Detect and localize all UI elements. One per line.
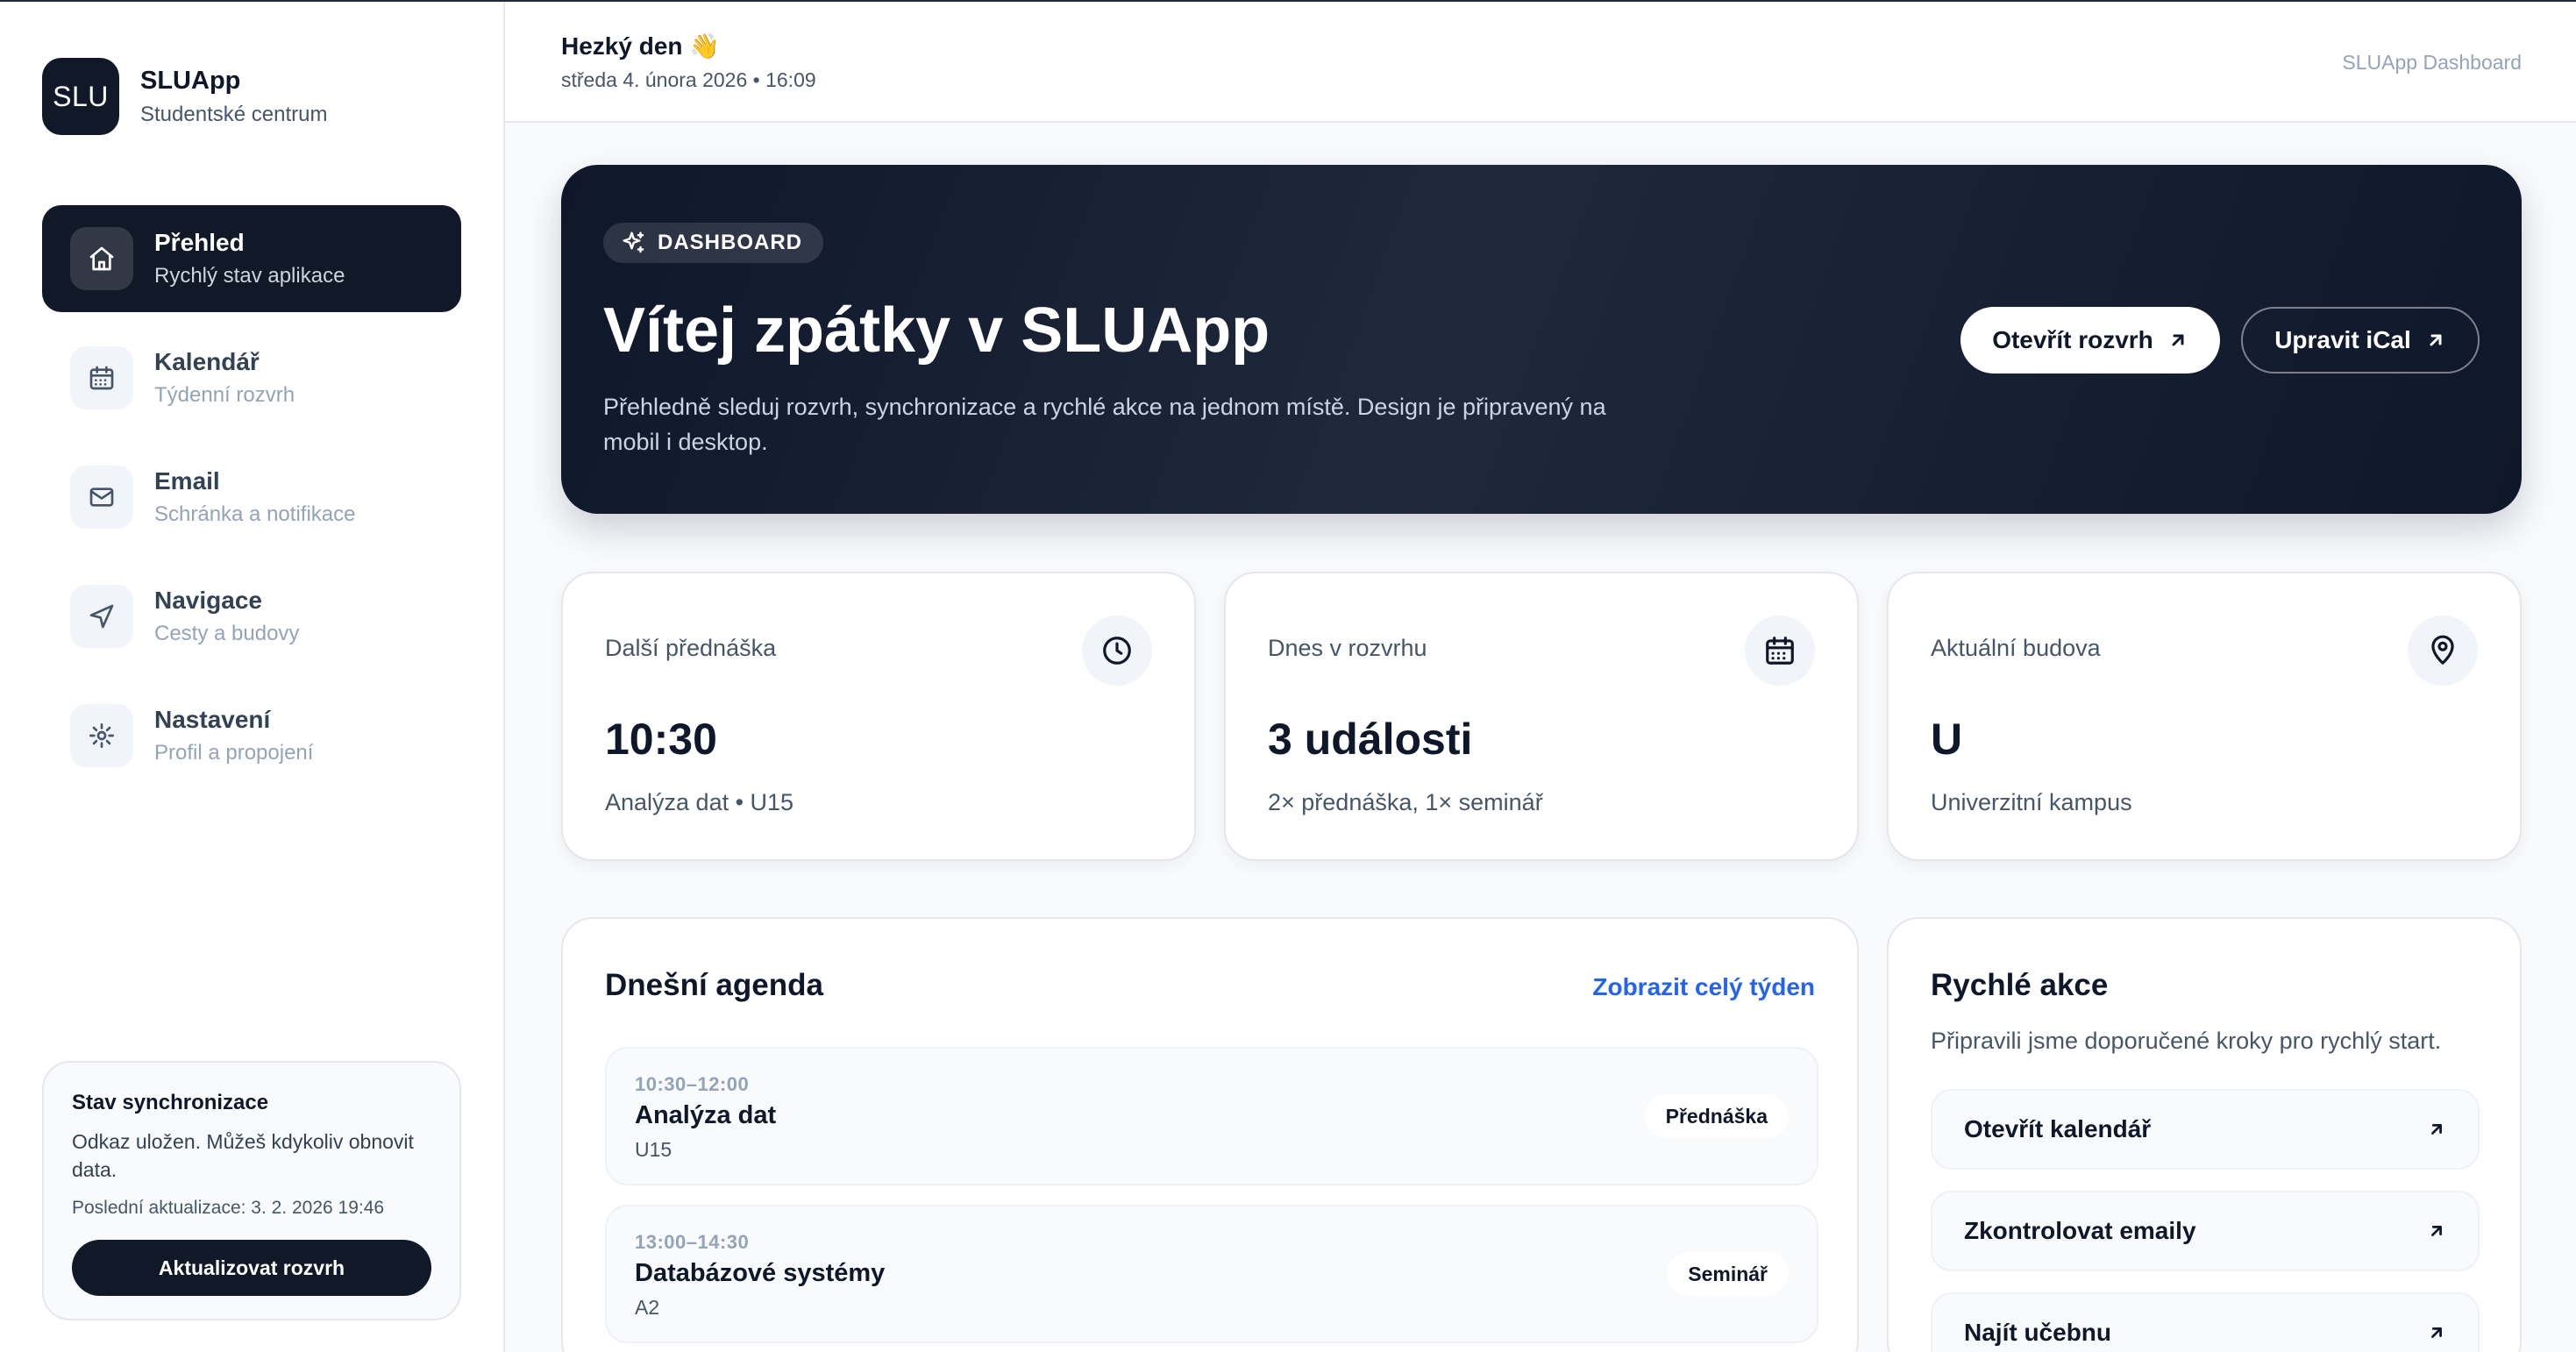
nav-text: Kalendář Týdenní rozvrh — [154, 348, 295, 408]
calendar-icon — [70, 346, 133, 409]
mail-icon — [70, 466, 133, 529]
nav-text: Navigace Cesty a budovy — [154, 587, 299, 646]
brand[interactable]: SLU SLUApp Studentské centrum — [42, 58, 327, 135]
sidebar-item-sub: Schránka a notifikace — [154, 502, 356, 526]
stat-sub: 2× přednáška, 1× seminář — [1268, 789, 1543, 815]
sparkles-icon — [623, 231, 644, 253]
sidebar-item-label: Nastavení — [154, 706, 271, 733]
sidebar-item-label: Email — [154, 467, 220, 495]
brand-name: SLUApp — [140, 66, 241, 95]
sidebar-item-navigace[interactable]: Navigace Cesty a budovy — [42, 563, 461, 670]
update-schedule-button[interactable]: Aktualizovat rozvrh — [72, 1240, 431, 1296]
sidebar-item-kalendar[interactable]: Kalendář Týdenní rozvrh — [42, 324, 461, 431]
arrow-up-right-icon — [2172, 334, 2184, 346]
action-label: Otevřít kalendář — [1964, 1115, 2152, 1142]
quick-actions-title: Rychlé akce — [1931, 968, 2109, 1002]
stat-label: Aktuální budova — [1931, 635, 2101, 661]
brand-text: SLUApp Studentské centrum — [140, 67, 327, 127]
sync-text: Odkaz uložen. Můžeš kdykoliv obnovit dat… — [72, 1130, 414, 1181]
nav-text: Přehled Rychlý stav aplikace — [154, 229, 345, 288]
current-date: středa 4. února 2026 • 16:09 — [561, 68, 816, 91]
agenda-event[interactable]: 10:30–12:00 Analýza dat U15 Přednáška — [605, 1047, 1818, 1185]
sidebar-nav: Přehled Rychlý stav aplikace Kalendář Tý… — [42, 205, 461, 801]
dashboard-badge: DASHBOARD — [603, 223, 823, 263]
sidebar-item-sub: Rychlý stav aplikace — [154, 264, 345, 288]
hero-banner: DASHBOARD Vítej zpátky v SLUApp Přehledn… — [561, 165, 2522, 514]
arrow-up-right-icon — [2430, 334, 2442, 346]
home-icon — [70, 227, 133, 290]
event-name: Analýza dat — [635, 1101, 777, 1129]
event-type-badge: Seminář — [1667, 1252, 1789, 1296]
gear-icon — [70, 704, 133, 767]
quick-actions-subtitle: Připravili jsme doporučené kroky pro ryc… — [1931, 1028, 2442, 1054]
today-agenda-panel: Dnešní agenda Zobrazit celý týden 10:30–… — [561, 917, 1859, 1352]
stat-label: Další přednáška — [605, 635, 777, 661]
stat-value: 10:30 — [605, 715, 717, 764]
action-label: Zkontrolovat emaily — [1964, 1217, 2196, 1244]
dashboard-label: SLUApp Dashboard — [2342, 51, 2522, 74]
hero-title: Vítej zpátky v SLUApp — [603, 295, 1270, 366]
find-classroom-action[interactable]: Najít učebnu — [1931, 1292, 2480, 1352]
stat-value: 3 události — [1268, 715, 1473, 764]
sidebar: SLU SLUApp Studentské centrum Přehled Ry… — [0, 2, 505, 1352]
navigation-icon — [70, 585, 133, 648]
event-time: 13:00–14:30 — [635, 1231, 750, 1253]
sync-title: Stav synchronizace — [72, 1091, 269, 1114]
stat-card-building: Aktuální budova U Univerzitní kampus — [1887, 572, 2522, 861]
brand-logo: SLU — [42, 58, 119, 135]
quick-actions-panel: Rychlé akce Připravili jsme doporučené k… — [1887, 917, 2522, 1352]
event-room: A2 — [635, 1296, 660, 1319]
arrow-up-right-icon — [2431, 1226, 2442, 1236]
open-schedule-button[interactable]: Otevřít rozvrh — [1960, 307, 2220, 374]
event-time: 10:30–12:00 — [635, 1073, 750, 1095]
sidebar-item-label: Navigace — [154, 587, 262, 614]
edit-ical-button[interactable]: Upravit iCal — [2241, 307, 2480, 374]
edit-ical-label: Upravit iCal — [2274, 326, 2411, 353]
agenda-event[interactable]: 13:00–14:30 Databázové systémy A2 Seminá… — [605, 1205, 1818, 1343]
calendar-icon — [1745, 616, 1815, 686]
nav-text: Email Schránka a notifikace — [154, 467, 355, 527]
sidebar-item-sub: Týdenní rozvrh — [154, 383, 295, 407]
stat-sub: Analýza dat • U15 — [605, 789, 794, 815]
sidebar-item-label: Kalendář — [154, 348, 260, 375]
sidebar-item-sub: Cesty a budovy — [154, 622, 300, 645]
hero-description: Přehledně sleduj rozvrh, synchronizace a… — [603, 394, 1606, 455]
greeting-text: Hezký den — [561, 32, 683, 60]
sync-status-card: Stav synchronizace Odkaz uložen. Můžeš k… — [42, 1061, 461, 1320]
stat-card-today: Dnes v rozvrhu 3 události 2× přednáška, … — [1224, 572, 1859, 861]
open-schedule-label: Otevřít rozvrh — [1992, 326, 2153, 353]
sidebar-item-label: Přehled — [154, 229, 245, 256]
stat-label: Dnes v rozvrhu — [1268, 635, 1427, 661]
sidebar-item-prehled[interactable]: Přehled Rychlý stav aplikace — [42, 205, 461, 312]
sync-last-update: Poslední aktualizace: 3. 2. 2026 19:46 — [72, 1198, 385, 1218]
agenda-title: Dnešní agenda — [605, 968, 823, 1002]
event-name: Databázové systémy — [635, 1259, 886, 1287]
event-room: U15 — [635, 1138, 672, 1161]
badge-text: DASHBOARD — [658, 231, 802, 254]
stat-sub: Univerzitní kampus — [1931, 789, 2132, 815]
map-pin-icon — [2408, 616, 2478, 686]
arrow-up-right-icon — [2431, 1327, 2442, 1338]
sidebar-item-email[interactable]: Email Schránka a notifikace — [42, 444, 461, 551]
brand-subtitle: Studentské centrum — [140, 102, 328, 126]
wave-icon: 👋 — [689, 32, 721, 60]
nav-text: Nastavení Profil a propojení — [154, 706, 313, 765]
action-label: Najít učebnu — [1964, 1319, 2112, 1346]
sidebar-item-nastaveni[interactable]: Nastavení Profil a propojení — [42, 682, 461, 789]
show-week-link[interactable]: Zobrazit celý týden — [1592, 973, 1815, 1001]
event-type-badge: Přednáška — [1644, 1094, 1789, 1138]
check-emails-action[interactable]: Zkontrolovat emaily — [1931, 1191, 2480, 1271]
stat-card-next-lecture: Další přednáška 10:30 Analýza dat • U15 — [561, 572, 1196, 861]
stat-value: U — [1931, 715, 1963, 764]
arrow-up-right-icon — [2431, 1124, 2442, 1135]
greeting: Hezký den 👋 — [561, 32, 720, 60]
clock-icon — [1082, 616, 1152, 686]
open-calendar-action[interactable]: Otevřít kalendář — [1931, 1089, 2480, 1170]
top-bar: Hezký den 👋 středa 4. února 2026 • 16:09… — [505, 2, 2576, 123]
sidebar-item-sub: Profil a propojení — [154, 741, 314, 765]
